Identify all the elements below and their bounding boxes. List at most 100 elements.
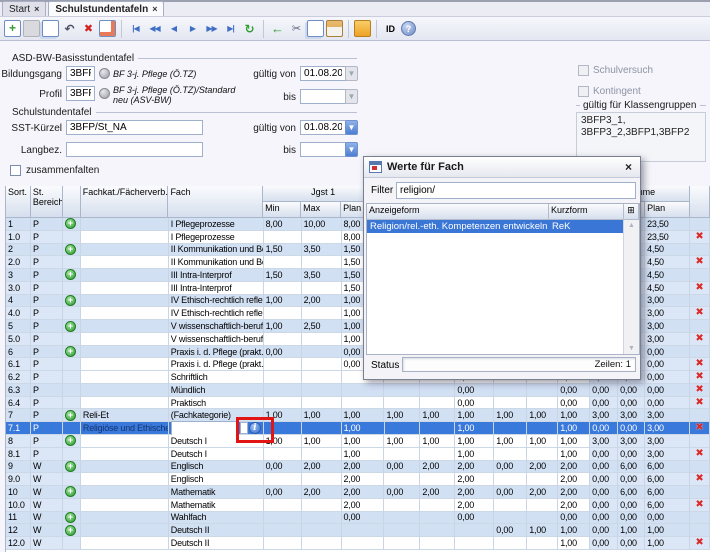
column-header-fachkat[interactable]: Fachkat./Fächerverb. (81, 186, 169, 218)
table-row-8[interactable]: 8P+Deutsch I1,001,001,001,001,001,001,00… (6, 435, 710, 448)
column-header-delete[interactable] (690, 186, 710, 218)
dialog-title-bar[interactable]: Werte für Fach × (364, 157, 640, 178)
delete-row-icon[interactable]: ✖ (695, 334, 703, 344)
add-subrow-icon[interactable]: + (65, 525, 76, 536)
undo-icon[interactable]: ↶ (61, 20, 78, 37)
copy-icon[interactable] (307, 20, 324, 37)
profil-field[interactable] (66, 86, 95, 101)
table-row-6.3[interactable]: 6.3PMündlich0,000,000,000,000,00✖ (6, 384, 710, 397)
add-subrow-icon[interactable]: + (65, 218, 76, 229)
table-row-6.4[interactable]: 6.4PPraktisch0,000,000,000,000,00✖ (6, 397, 710, 410)
delete-row-icon[interactable]: ✖ (695, 308, 703, 318)
bis-field-s1[interactable] (300, 89, 346, 104)
add-subrow-icon[interactable]: + (65, 346, 76, 357)
zusammenfalten-checkbox[interactable] (10, 165, 21, 176)
next-record-icon[interactable]: ▶ (184, 20, 201, 37)
column-header-icon[interactable] (63, 186, 81, 218)
sst-kuerzel-field[interactable] (66, 120, 203, 135)
delete-row-icon[interactable]: ✖ (695, 500, 703, 510)
table-row-7.1[interactable]: 7.1PReligiöse und Ethische Ko...i1,001,0… (6, 422, 710, 435)
delete-row-icon[interactable]: ✖ (695, 372, 703, 382)
table-row-9[interactable]: 9W+Englisch0,002,002,000,002,002,000,002… (6, 461, 710, 474)
fast-forward-icon[interactable]: ▶▶ (203, 20, 220, 37)
table-row-12[interactable]: 12W+Deutsch II0,001,001,000,001,001,00 (6, 524, 710, 537)
delete-row-icon[interactable]: ✖ (695, 359, 703, 369)
bis-field-s2[interactable] (300, 142, 346, 157)
table-row-12.0[interactable]: 12.0WDeutsch II1,000,000,001,00✖ (6, 537, 710, 550)
column-header-min[interactable]: Min (263, 202, 301, 218)
duplicate-record-icon[interactable] (42, 20, 59, 37)
add-subrow-icon[interactable]: + (65, 244, 76, 255)
last-record-icon[interactable]: ▶| (222, 20, 239, 37)
bildungsgang-field[interactable] (66, 66, 95, 81)
profil-picker-icon[interactable] (99, 88, 110, 99)
folder-icon[interactable] (354, 20, 371, 37)
filter-input[interactable] (396, 182, 636, 199)
gueltig-von-dropdown-s2-icon[interactable]: ▼ (345, 120, 358, 135)
table-row-10[interactable]: 10W+Mathematik0,002,002,000,002,002,000,… (6, 486, 710, 499)
delete-row-icon[interactable]: ✖ (695, 385, 703, 395)
id-icon[interactable]: ID (382, 20, 399, 37)
table-edit-icon[interactable] (99, 20, 116, 37)
scroll-up-icon[interactable]: ▲ (628, 220, 635, 231)
add-subrow-icon[interactable]: + (65, 410, 76, 421)
table-row-11[interactable]: 11W+Wahlfach0,000,000,000,000,000,00 (6, 512, 710, 525)
tab-start[interactable]: Start× (2, 1, 46, 16)
table-row-8.1[interactable]: 8.1PDeutsch I1,001,001,000,000,003,00✖ (6, 448, 710, 461)
add-subrow-icon[interactable]: + (65, 321, 76, 332)
delete-row-icon[interactable]: ✖ (695, 398, 703, 408)
bildungsgang-picker-icon[interactable] (99, 68, 110, 79)
delete-row-icon[interactable]: ✖ (695, 257, 703, 267)
cut-icon[interactable]: ✂ (288, 20, 305, 37)
langbez-field[interactable] (66, 142, 203, 157)
back-arrow-icon[interactable]: ← (269, 20, 286, 37)
add-subrow-icon[interactable]: + (65, 269, 76, 280)
anzeigeform-column-header[interactable]: Anzeigeform (367, 204, 549, 220)
fast-back-icon[interactable]: ◀◀ (146, 20, 163, 37)
bis-dropdown-s2-icon[interactable]: ▼ (345, 142, 358, 157)
dialog-close-icon[interactable]: × (622, 160, 635, 174)
add-subrow-icon[interactable]: + (65, 461, 76, 472)
save-icon[interactable] (23, 20, 40, 37)
refresh-icon[interactable]: ↻ (241, 20, 258, 37)
column-header-fach[interactable]: Fach (168, 186, 263, 218)
delete-row-icon[interactable]: ✖ (695, 449, 703, 459)
add-subrow-icon[interactable]: + (65, 435, 76, 446)
fast-forward-icon-glyph: ▶▶ (206, 24, 216, 33)
column-header-max[interactable]: Max (301, 202, 341, 218)
tab-close-icon[interactable]: × (34, 5, 39, 14)
table-row-9.0[interactable]: 9.0WEnglisch2,002,002,000,000,006,00✖ (6, 473, 710, 486)
gueltig-von-field-s1[interactable] (300, 66, 346, 81)
previous-record-icon[interactable]: ◀ (165, 20, 182, 37)
paste-icon[interactable] (326, 20, 343, 37)
add-subrow-icon[interactable]: + (65, 486, 76, 497)
gueltig-von-field-s2[interactable] (300, 120, 346, 135)
column-header-plan[interactable]: Plan (645, 202, 690, 218)
delete-row-icon[interactable]: ✖ (695, 232, 703, 242)
delete-row-icon[interactable]: ✖ (695, 283, 703, 293)
add-subrow-icon[interactable]: + (65, 512, 76, 523)
delete-record-icon[interactable]: ✖ (80, 20, 97, 37)
tab-schulstundentafeln[interactable]: Schulstundentafeln× (48, 1, 164, 16)
kurzform-column-header[interactable]: Kurzform (549, 204, 624, 220)
table-row-7[interactable]: 7P+Reli-Et(Fachkategorie)1,001,001,001,0… (6, 409, 710, 422)
scrollbar[interactable]: ▲ ▼ (623, 220, 639, 354)
delete-row-icon[interactable]: ✖ (695, 474, 703, 484)
first-record-icon[interactable]: |◀ (127, 20, 144, 37)
new-record-icon[interactable]: + (4, 20, 21, 37)
cell-value (527, 422, 558, 435)
add-subrow-icon[interactable]: + (65, 295, 76, 306)
cell-fachkat (81, 346, 169, 359)
tab-close-icon[interactable]: × (152, 5, 157, 14)
delete-row-icon[interactable]: ✖ (695, 423, 703, 433)
help-icon[interactable]: ? (401, 21, 416, 36)
cell-value: 0,00 (645, 358, 690, 371)
column-chooser-icon[interactable]: ⊞ (624, 204, 639, 220)
table-row-10.0[interactable]: 10.0WMathematik2,002,002,000,000,006,00✖ (6, 499, 710, 512)
value-list-row[interactable]: Religion/rel.-eth. Kompetenzen entwickel… (367, 220, 639, 233)
fach-edit-input[interactable] (171, 421, 239, 436)
scroll-down-icon[interactable]: ▼ (628, 343, 635, 354)
column-header-sort[interactable]: Sort. (6, 186, 31, 218)
column-header-st-bereich[interactable]: St.Bereich (31, 186, 63, 218)
delete-row-icon[interactable]: ✖ (695, 538, 703, 548)
